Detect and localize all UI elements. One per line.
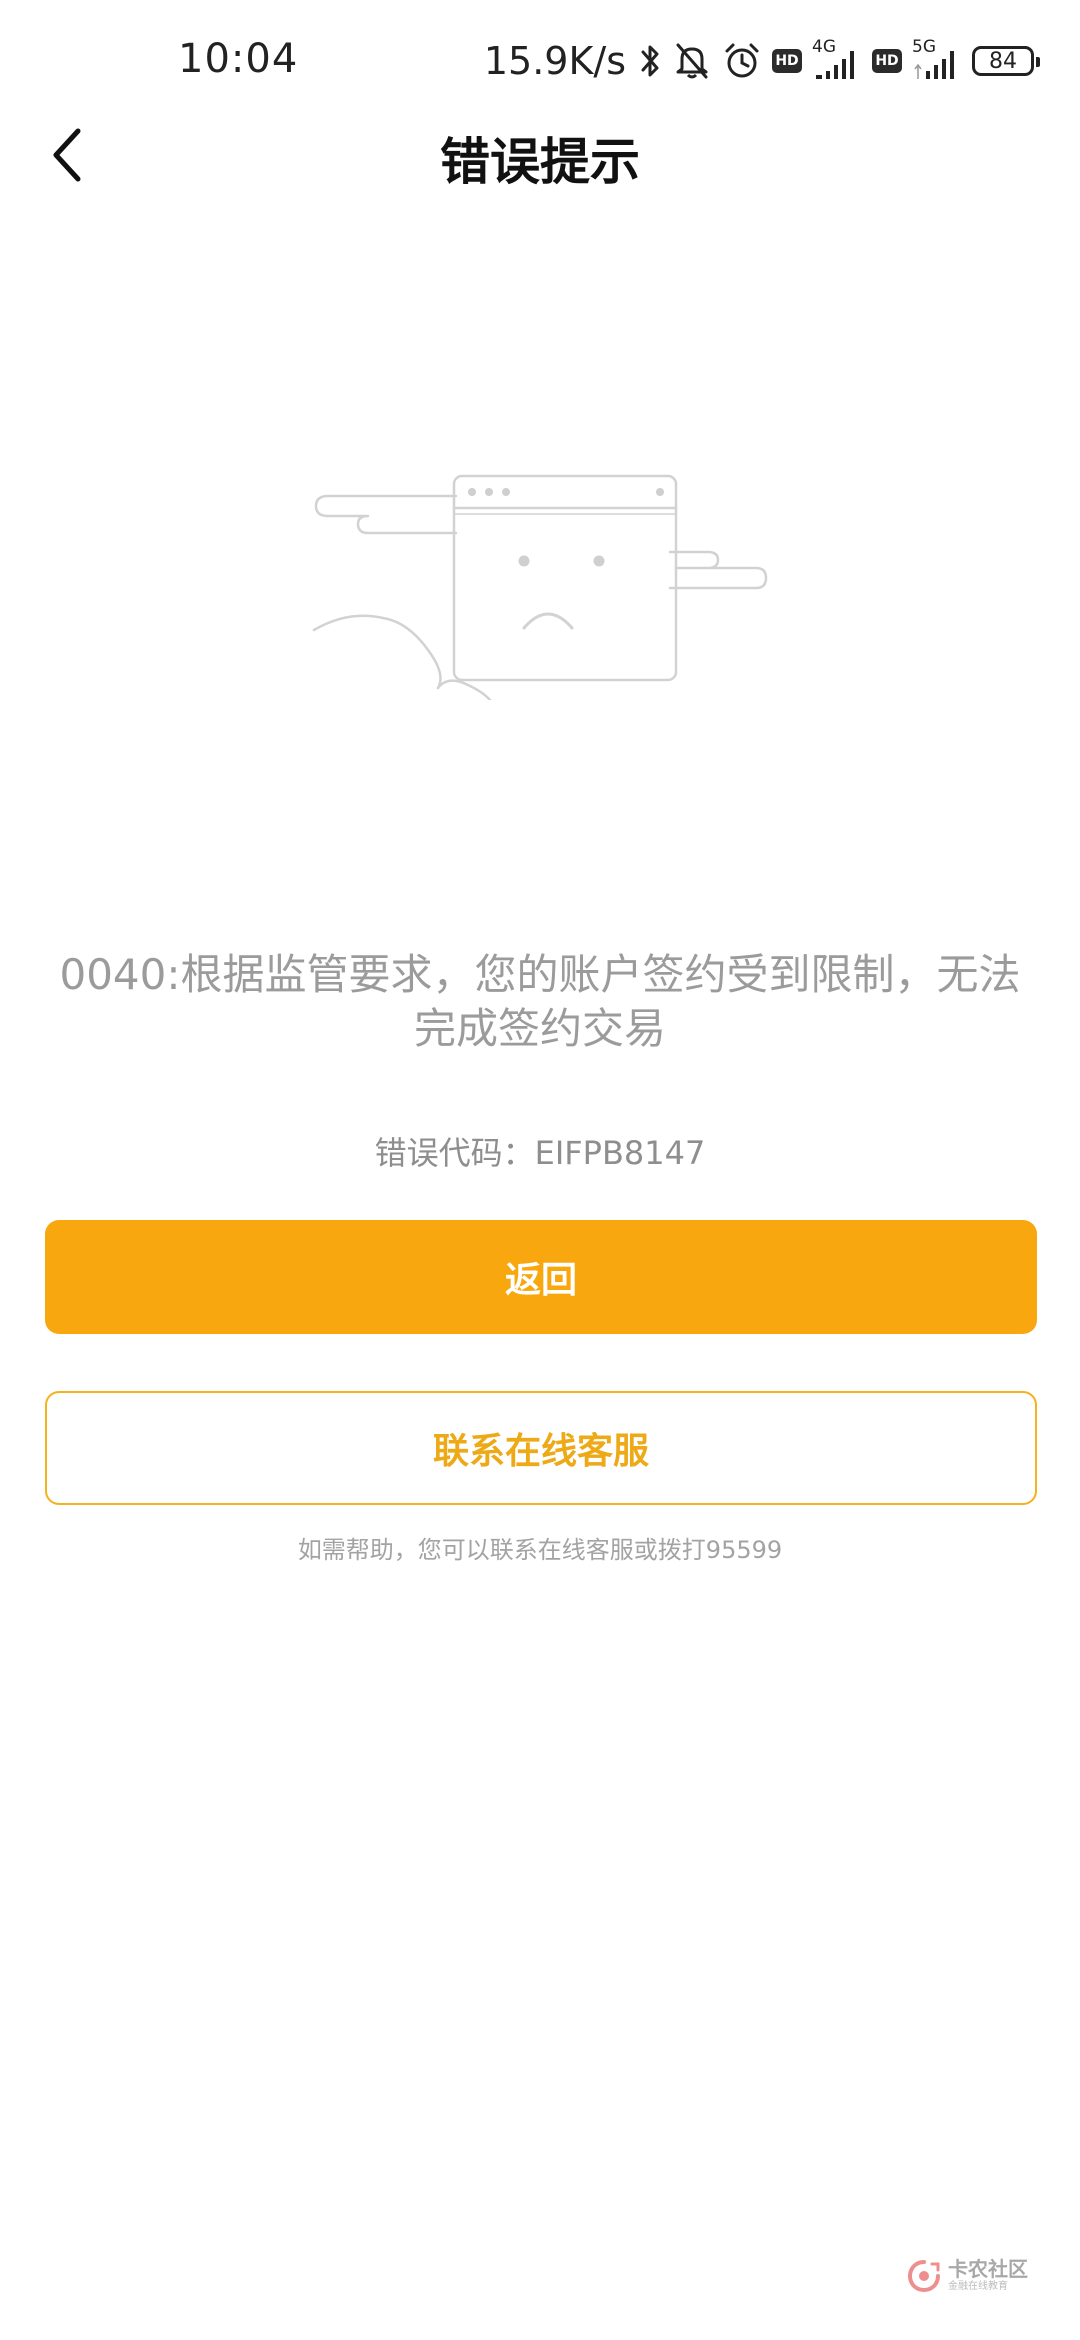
- hd-badge-1: HD: [772, 49, 802, 73]
- status-time: 10:04: [178, 36, 299, 82]
- bluetooth-icon: [640, 42, 662, 80]
- watermark-logo-icon: [907, 2260, 940, 2293]
- mute-bell-icon: [672, 41, 712, 81]
- signal-icon-1: 4G: [812, 37, 862, 83]
- nav-header: 错误提示: [0, 110, 1080, 200]
- network-speed: 15.9K/s: [483, 39, 626, 83]
- sad-browser-window-illustration: [308, 470, 768, 702]
- status-bar: 10:04 15.9K/s HD 4G HD 5G 84: [0, 0, 1080, 120]
- watermark-title: 卡农社区: [948, 2257, 1028, 2281]
- contact-button-label: 联系在线客服: [432, 1431, 649, 1472]
- hd-badge-2: HD: [872, 49, 902, 73]
- alarm-icon: [722, 41, 762, 81]
- battery-icon: 84: [972, 46, 1040, 76]
- error-message-line-1: 0040:根据监管要求，您的账户签约受到限制，无法: [59, 950, 1021, 999]
- contact-online-service-button[interactable]: 联系在线客服: [45, 1391, 1037, 1505]
- return-button-label: 返回: [504, 1260, 577, 1301]
- status-icons: 15.9K/s HD 4G HD 5G 84: [483, 34, 1040, 88]
- community-watermark: 卡农社区 金融在线教育: [906, 2258, 1028, 2294]
- watermark-subtitle: 金融在线教育: [948, 2281, 1008, 2292]
- error-code: 错误代码：EIFPB8147: [374, 1134, 706, 1172]
- error-message: 0040:根据监管要求，您的账户签约受到限制，无法 完成签约交易: [40, 948, 1040, 1056]
- page-title: 错误提示: [440, 133, 640, 191]
- help-text: 如需帮助，您可以联系在线客服或拨打95599: [297, 1536, 783, 1564]
- return-button[interactable]: 返回: [45, 1220, 1037, 1334]
- signal-icon-2: 5G: [912, 37, 962, 83]
- error-message-line-2: 完成签约交易: [413, 1004, 666, 1053]
- error-page: 10:04 15.9K/s HD 4G HD 5G 84 错误提示 0040:根…: [0, 0, 1080, 2340]
